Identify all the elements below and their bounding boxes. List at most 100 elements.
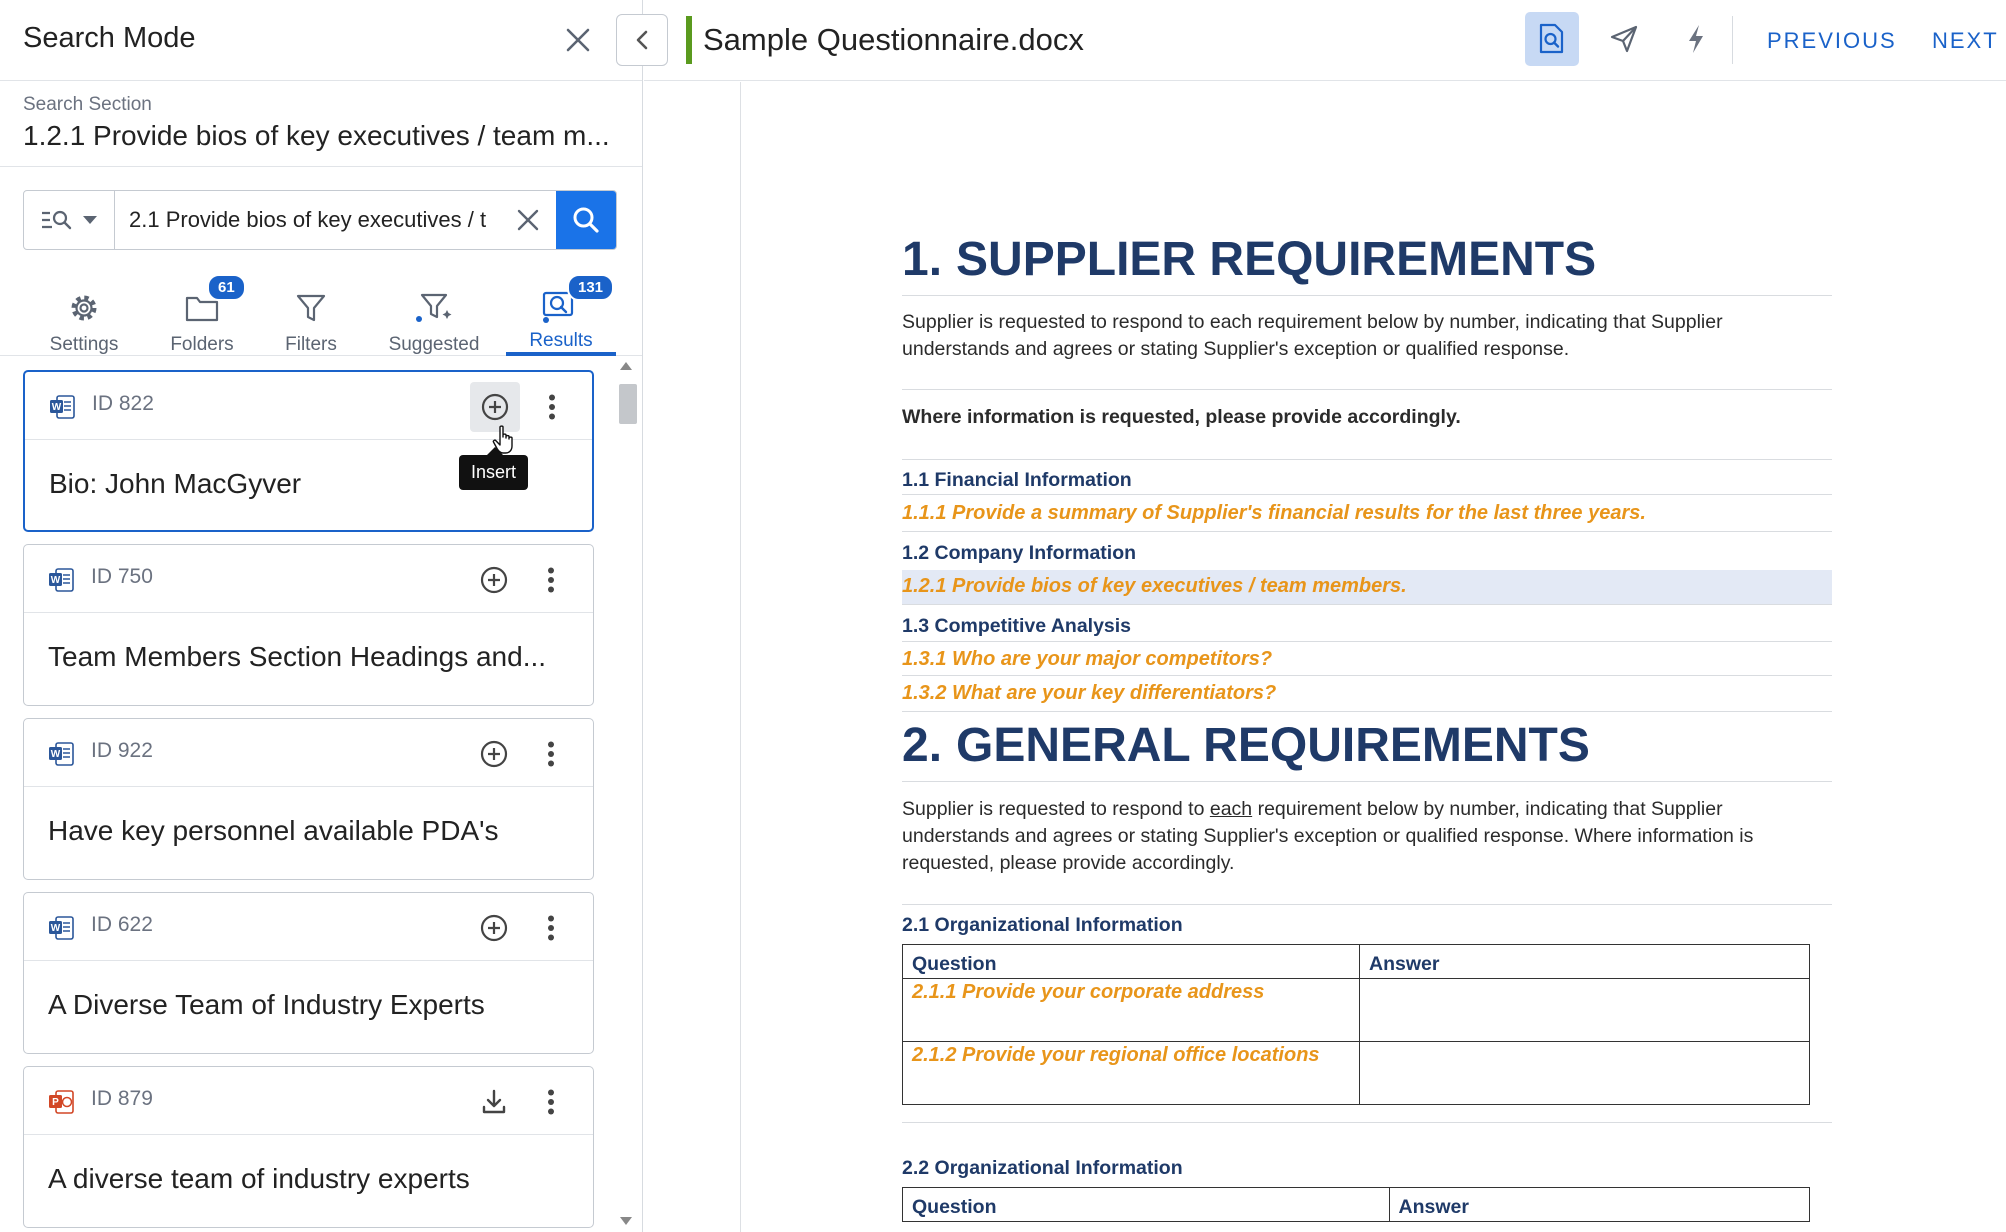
search-input[interactable] xyxy=(115,191,500,249)
table-header-question: Question xyxy=(902,1187,1390,1222)
scroll-down-arrow[interactable] xyxy=(620,1217,632,1225)
question[interactable]: 2.1.2 Provide your regional office locat… xyxy=(902,1041,1360,1105)
table-row: 2.1.1 Provide your corporate address xyxy=(902,978,1810,1042)
auto-answer-button[interactable] xyxy=(1669,12,1723,66)
header-separator xyxy=(1732,16,1733,64)
download-icon xyxy=(482,1089,506,1114)
previous-button[interactable]: PREVIOUS xyxy=(1767,28,1897,54)
result-id: ID 922 xyxy=(91,739,153,762)
insert-button[interactable] xyxy=(469,729,519,779)
paragraph: Supplier is requested to respond to each… xyxy=(902,798,1754,874)
result-card[interactable]: W ID 750 Team Members Section Headings a… xyxy=(23,544,594,706)
subsection-heading: 1.3 Competitive Analysis xyxy=(902,615,1132,637)
tab-folders[interactable]: 61 Folders xyxy=(160,272,246,356)
insert-button[interactable] xyxy=(469,555,519,605)
next-button[interactable]: NEXT xyxy=(1932,28,1999,54)
document-preview-button[interactable] xyxy=(1525,12,1579,66)
question[interactable]: 2.1.1 Provide your corporate address xyxy=(902,978,1360,1042)
result-card[interactable]: W ID 622 A Diverse Team of Industry Expe… xyxy=(23,892,594,1054)
download-button[interactable] xyxy=(469,1077,519,1127)
add-circle-icon xyxy=(480,740,508,768)
result-card[interactable]: P ID 879 A diverse team of industry expe… xyxy=(23,1066,594,1228)
section-heading: 2. GENERAL REQUIREMENTS xyxy=(902,719,1590,772)
add-circle-icon xyxy=(481,393,509,421)
search-bar xyxy=(23,190,617,250)
table-header-answer: Answer xyxy=(1359,944,1810,979)
tab-label: Settings xyxy=(49,334,119,355)
table-header-answer: Answer xyxy=(1388,1187,1811,1222)
question[interactable]: 1.3.2 What are your key differentiators? xyxy=(902,682,1276,705)
more-vertical-icon xyxy=(548,915,554,941)
divider xyxy=(0,166,642,167)
caret-down-icon xyxy=(83,216,97,224)
more-vertical-icon xyxy=(548,741,554,767)
results-count-badge: 131 xyxy=(567,274,615,301)
result-title: Have key personnel available PDA's xyxy=(48,815,499,846)
question-active[interactable]: 1.2.1 Provide bios of key executives / t… xyxy=(902,575,1407,598)
svg-text:W: W xyxy=(51,749,61,760)
scroll-up-arrow[interactable] xyxy=(620,362,632,370)
result-id: ID 822 xyxy=(92,392,154,415)
collapse-panel-button[interactable] xyxy=(616,14,668,66)
svg-text:W: W xyxy=(51,923,61,934)
search-icon xyxy=(573,207,599,233)
more-options-button[interactable] xyxy=(536,729,566,779)
more-options-button[interactable] xyxy=(536,555,566,605)
powerpoint-file-icon: P xyxy=(49,1090,74,1114)
close-panel-button[interactable] xyxy=(558,20,598,60)
gear-icon xyxy=(71,295,97,321)
lightning-icon xyxy=(1689,25,1703,53)
send-button[interactable] xyxy=(1597,12,1651,66)
answer-cell[interactable] xyxy=(1359,978,1810,1042)
paragraph-bold: Where information is requested, please p… xyxy=(902,406,1461,428)
page-gutter-line xyxy=(740,82,741,1232)
more-options-button[interactable] xyxy=(536,903,566,953)
tab-suggested[interactable]: Suggested xyxy=(382,272,486,356)
scroll-thumb[interactable] xyxy=(619,384,637,424)
search-section-value: 1.2.1 Provide bios of key executives / t… xyxy=(23,120,610,151)
tab-filters[interactable]: Filters xyxy=(274,272,348,356)
document-title: Sample Questionnaire.docx xyxy=(703,22,1084,57)
folders-count-badge: 61 xyxy=(207,274,246,301)
tab-results[interactable]: 131 Results xyxy=(506,272,616,356)
table-header-question: Question xyxy=(902,944,1360,979)
chevron-left-icon xyxy=(636,30,648,50)
result-title: A Diverse Team of Industry Experts xyxy=(48,989,485,1020)
tab-bar: Settings 61 Folders Filters Suggested 13… xyxy=(0,272,642,356)
question[interactable]: 1.3.1 Who are your major competitors? xyxy=(902,648,1272,671)
result-id: ID 622 xyxy=(91,913,153,936)
word-file-icon: W xyxy=(49,916,74,940)
result-title: A diverse team of industry experts xyxy=(48,1163,470,1194)
document-viewer: 1. SUPPLIER REQUIREMENTS Supplier is requ… xyxy=(644,82,2006,1232)
suggested-filter-icon xyxy=(416,293,452,322)
close-icon xyxy=(566,28,590,52)
results-scrollbar[interactable] xyxy=(617,362,639,1232)
search-button[interactable] xyxy=(556,191,616,249)
subsection-heading: 2.2 Organizational Information xyxy=(902,1157,1183,1179)
search-panel: Search Mode Search Section 1.2.1 Provide… xyxy=(0,0,643,1232)
document-page: 1. SUPPLIER REQUIREMENTS Supplier is requ… xyxy=(902,82,1832,1232)
panel-header: Search Mode xyxy=(0,0,642,81)
word-file-icon: W xyxy=(49,742,74,766)
insert-button[interactable] xyxy=(469,903,519,953)
answer-cell[interactable] xyxy=(1359,1041,1810,1105)
document-search-icon xyxy=(1539,23,1564,54)
clear-search-button[interactable] xyxy=(500,191,556,249)
more-vertical-icon xyxy=(548,1089,554,1115)
result-card[interactable]: W ID 922 Have key personnel available PD… xyxy=(23,718,594,880)
more-options-button[interactable] xyxy=(537,382,567,432)
table-row: 2.1.2 Provide your regional office locat… xyxy=(902,1041,1810,1105)
more-options-button[interactable] xyxy=(536,1077,566,1127)
tab-settings[interactable]: Settings xyxy=(40,272,128,356)
tab-label: Suggested xyxy=(388,334,480,355)
search-mode-dropdown[interactable] xyxy=(24,191,115,249)
subsection-heading: 1.2 Company Information xyxy=(902,542,1137,564)
section-heading: 1. SUPPLIER REQUIREMENTS xyxy=(902,233,1597,286)
word-file-icon: W xyxy=(50,395,75,419)
svg-text:W: W xyxy=(52,402,62,413)
add-circle-icon xyxy=(480,566,508,594)
result-id: ID 879 xyxy=(91,1087,153,1110)
send-icon xyxy=(1610,25,1638,53)
more-vertical-icon xyxy=(549,394,555,420)
question[interactable]: 1.1.1 Provide a summary of Supplier's fi… xyxy=(902,502,1646,525)
